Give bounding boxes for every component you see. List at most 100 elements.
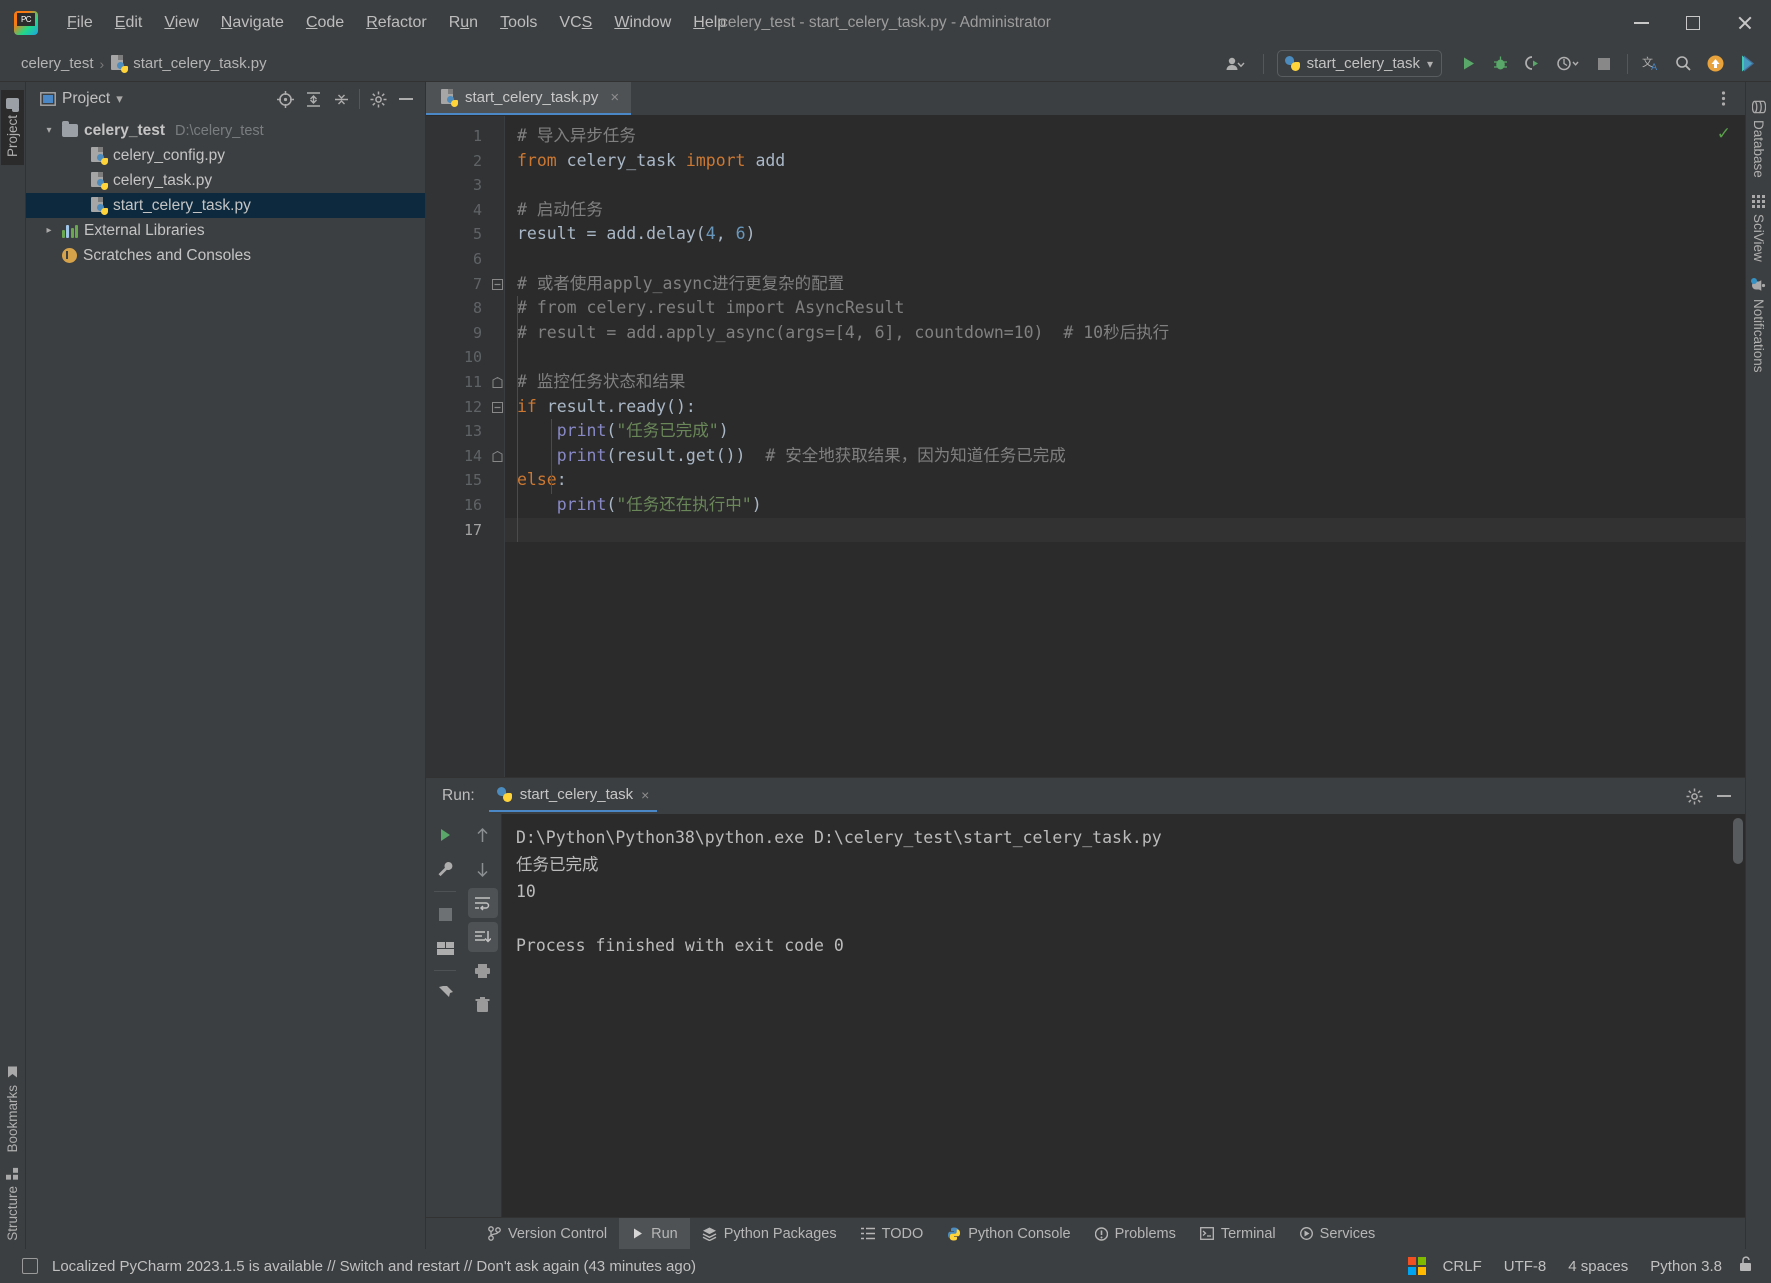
project-chevron-down-icon[interactable]: ▾ [116,91,123,107]
code-line[interactable]: # from celery.result import AsyncResult [505,296,1745,321]
file-encoding[interactable]: UTF-8 [1493,1254,1558,1279]
code-line[interactable]: print("任务已完成") [505,419,1745,444]
gutter-line-number[interactable]: 16 [426,493,492,518]
code-line[interactable]: # result = add.apply_async(args=[4, 6], … [505,321,1745,346]
update-icon[interactable] [1701,51,1729,77]
collapse-all-icon[interactable] [328,87,354,111]
fold-toggle-icon[interactable] [492,444,504,469]
tree-node-celery-test[interactable]: ▾ celery_test D:\celery_test [26,118,425,143]
gutter-line-number[interactable]: 4 [426,198,492,223]
code-editor[interactable]: 1 2 3 4 5 6 7 8 9 10 11 12 13 14 15 16 17 # 导入异步任务 from c… [426,116,1745,777]
unlocked-icon[interactable] [1733,1252,1759,1280]
up-arrow-icon[interactable] [468,820,498,850]
gutter-line-number[interactable]: 9 [426,321,492,346]
code-line[interactable]: # 导入异步任务 [505,124,1745,149]
debug-icon[interactable] [1486,51,1514,77]
tree-node-start-celery-task-py[interactable]: start_celery_task.py [26,193,425,218]
stop-icon[interactable] [430,899,460,929]
run-icon[interactable] [1454,51,1482,77]
hide-icon[interactable] [393,87,419,111]
toolwindow-button-terminal[interactable]: Terminal [1188,1218,1288,1249]
code-line[interactable]: if result.ready(): [505,395,1745,420]
code-line[interactable]: else: [505,468,1745,493]
run-tab-start-celery-task[interactable]: start_celery_task × [488,780,658,812]
sidebar-item-structure[interactable]: Structure [1,1160,24,1249]
gutter-line-number[interactable]: 8 [426,296,492,321]
code-line[interactable]: print(result.get()) # 安全地获取结果，因为知道任务已完成 [505,444,1745,469]
tree-node-celery-task-py[interactable]: celery_task.py [26,168,425,193]
menu-tools[interactable]: Tools [489,10,548,36]
locate-icon[interactable] [272,87,298,111]
gutter-line-number[interactable]: 6 [426,247,492,272]
gutter-line-number[interactable]: 13 [426,419,492,444]
run-with-coverage-icon[interactable] [1518,51,1546,77]
sidebar-item-database[interactable]: Database [1747,92,1770,186]
close-icon[interactable]: × [610,89,619,106]
code-line[interactable] [505,247,1745,272]
code-line[interactable]: from celery_task import add [505,149,1745,174]
gutter-line-number[interactable]: 17 [426,518,492,543]
gutter-line-number[interactable]: 3 [426,173,492,198]
code-line[interactable]: # 监控任务状态和结果 [505,370,1745,395]
menu-window[interactable]: Window [603,10,682,36]
menu-refactor[interactable]: Refactor [355,10,437,36]
fold-toggle-icon[interactable] [492,370,504,395]
editor-fold-strip[interactable] [492,116,504,777]
code-line[interactable]: # 或者使用apply_async进行更复杂的配置 [505,272,1745,297]
editor-code-area[interactable]: # 导入异步任务 from celery_task import add # 启动… [504,116,1745,777]
hide-icon[interactable] [1711,784,1737,808]
interpreter[interactable]: Python 3.8 [1639,1254,1733,1279]
gutter-line-number[interactable]: 14 [426,444,492,469]
code-line[interactable] [505,173,1745,198]
gutter-line-number[interactable]: 12 [426,395,492,420]
settings-icon[interactable] [1681,784,1707,808]
sidebar-item-notifications[interactable]: Notifications [1747,270,1770,381]
maximize-button[interactable] [1667,0,1719,46]
sidebar-item-sciview[interactable]: SciView [1747,186,1770,270]
toolwindow-button-python-packages[interactable]: Python Packages [690,1218,849,1249]
down-arrow-icon[interactable] [468,854,498,884]
menu-run[interactable]: Run [438,10,489,36]
gutter-line-number[interactable]: 7 [426,272,492,297]
gutter-line-number[interactable]: 10 [426,345,492,370]
tree-node-scratches-and-consoles[interactable]: Scratches and Consoles [26,243,425,268]
rerun-icon[interactable] [430,820,460,850]
gutter-line-number[interactable]: 15 [426,468,492,493]
line-separator[interactable]: CRLF [1432,1254,1493,1279]
layout-icon[interactable] [430,933,460,963]
inspection-status-icon[interactable]: ✓ [1717,124,1731,144]
minimize-button[interactable] [1615,0,1667,46]
editor-tab-start-celery-task[interactable]: start_celery_task.py × [426,82,632,115]
scroll-to-end-icon[interactable] [467,922,498,952]
trash-icon[interactable] [468,990,498,1020]
run-configuration-selector[interactable]: start_celery_task ▾ [1276,50,1442,77]
sidebar-item-project[interactable]: Project [1,90,24,166]
menu-view[interactable]: View [153,10,209,36]
code-line[interactable] [505,345,1745,370]
tree-node-celery-config-py[interactable]: celery_config.py [26,143,425,168]
pin-icon[interactable] [430,978,460,1008]
toolwindow-button-python-console[interactable]: Python Console [935,1218,1082,1249]
tree-node-external-libraries[interactable]: ▸ External Libraries [26,218,425,243]
breadcrumb-project[interactable]: celery_test [18,53,97,74]
status-message[interactable]: Localized PyCharm 2023.1.5 is available … [52,1258,696,1275]
profile-icon[interactable] [1550,51,1586,77]
toolwindow-button-services[interactable]: Services [1288,1218,1388,1249]
menu-help[interactable]: Help [682,10,737,36]
code-line[interactable]: print("任务还在执行中") [505,493,1745,518]
more-options-icon[interactable] [1709,86,1737,112]
toolwindow-button-version-control[interactable]: Version Control [476,1218,619,1249]
gutter-line-number[interactable]: 2 [426,149,492,174]
menu-code[interactable]: Code [295,10,355,36]
stop-icon[interactable] [1590,51,1618,77]
code-line[interactable]: # 启动任务 [505,198,1745,223]
console-scrollbar[interactable] [1733,818,1743,864]
settings-wrench-icon[interactable] [430,854,460,884]
breadcrumb-file[interactable]: start_celery_task.py [107,53,269,74]
indent-setting[interactable]: 4 spaces [1557,1254,1639,1279]
menu-file[interactable]: File [56,10,104,36]
ide-feature-icon[interactable] [1733,51,1761,77]
soft-wrap-icon[interactable] [467,888,498,918]
expand-all-icon[interactable] [300,87,326,111]
translate-icon[interactable]: 文A [1637,51,1665,77]
